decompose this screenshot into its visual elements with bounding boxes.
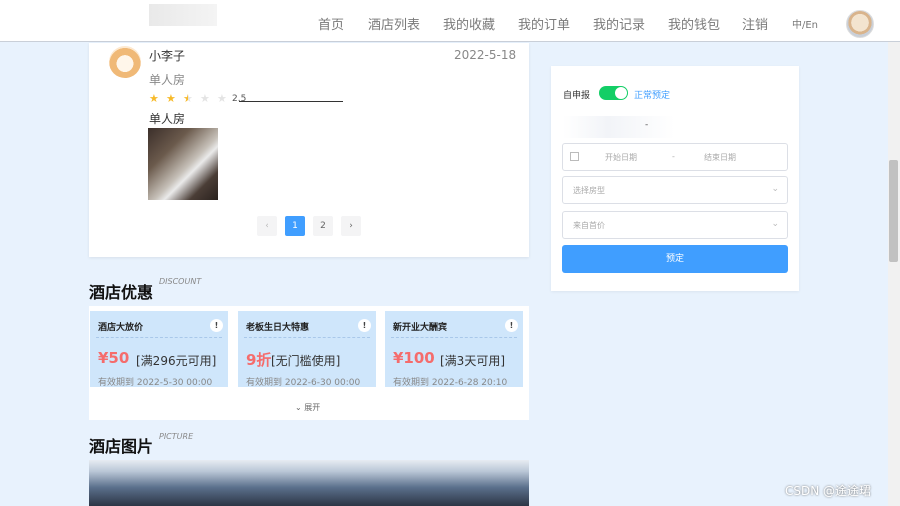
watermark: CSDN @途途珺: [785, 484, 872, 498]
switch-knob: [615, 87, 627, 99]
pager-page-1[interactable]: 1: [285, 216, 305, 236]
hotel-picture[interactable]: [89, 460, 529, 506]
pager-prev-button[interactable]: ‹: [257, 216, 277, 236]
coupon-amount: ¥100: [393, 349, 435, 367]
coupon-condition: [无门槛使用]: [271, 354, 341, 368]
scrollbar-track[interactable]: [888, 42, 900, 506]
reviewer-name: 小李子: [149, 49, 186, 63]
nav-orders[interactable]: 我的订单: [518, 14, 570, 33]
star-icon: ★: [183, 92, 193, 105]
price-placeholder: 来自首价: [573, 221, 605, 230]
star-icon: ★: [217, 92, 227, 105]
top-navbar: 首页 酒店列表 我的收藏 我的订单 我的记录 我的钱包 注销 中/En: [0, 0, 900, 42]
coupon-condition: [满3天可用]: [440, 354, 505, 368]
coupon-card[interactable]: 老板生日大特惠 ! 9折 [无门槛使用] 有效期到 2022-6-30 00:0…: [238, 311, 376, 388]
reviewer-avatar: [109, 46, 141, 78]
review-date: 2022-5-18: [454, 48, 517, 62]
coupon-condition: [满296元可用]: [136, 354, 217, 368]
star-icon: ★: [200, 92, 210, 105]
nav-records[interactable]: 我的记录: [593, 14, 645, 33]
booking-panel: 自申报 正常预定 - 开始日期 - 结束日期 选择房型 ⌄ 来自首价 ⌄ 预定: [551, 66, 799, 291]
room-type-select[interactable]: 选择房型 ⌄: [562, 176, 788, 204]
nav-logout[interactable]: 注销: [742, 14, 768, 33]
book-button[interactable]: 预定: [562, 245, 788, 273]
coupon-name: 酒店大放价: [98, 323, 144, 333]
price-select[interactable]: 来自首价 ⌄: [562, 211, 788, 239]
coupon-card[interactable]: 新开业大酬宾 ! ¥100 [满3天可用] 有效期到 2022-6-28 20:…: [385, 311, 523, 388]
coupon-expiry: 有效期到 2022-6-28 20:10: [393, 378, 508, 388]
nav-wallet[interactable]: 我的钱包: [668, 14, 720, 33]
pager-page-2[interactable]: 2: [313, 216, 333, 236]
coupon-amount: ¥50: [98, 349, 130, 367]
coupon-expiry: 有效期到 2022-6-30 00:00: [246, 378, 361, 388]
scrollbar-thumb[interactable]: [889, 160, 898, 262]
review-card: 小李子 2022-5-18 单人房 ★ ★ ★ ★ ★ 2.5 单人房 ‹ 1 2 ›: [89, 43, 529, 257]
rating-underline: [239, 101, 343, 102]
coupon-card[interactable]: 酒店大放价 ! ¥50 [满296元可用] 有效期到 2022-5-30 00:…: [90, 311, 228, 388]
coupon-name: 老板生日大特惠: [246, 323, 310, 333]
user-avatar[interactable]: [846, 10, 874, 38]
coupon-divider: [96, 337, 222, 338]
coupon-amount: 9折: [246, 351, 272, 369]
info-icon[interactable]: !: [358, 319, 371, 332]
review-photo[interactable]: [148, 128, 218, 200]
coupon-panel: 酒店大放价 ! ¥50 [满296元可用] 有效期到 2022-5-30 00:…: [89, 306, 529, 420]
room-type-placeholder: 选择房型: [573, 186, 605, 195]
expand-coupons-button[interactable]: ⌄ 展开: [295, 402, 320, 413]
picture-subtitle: PICTURE: [159, 432, 194, 441]
normal-booking-label: 正常预定: [634, 91, 671, 101]
discount-subtitle: DISCOUNT: [159, 277, 202, 286]
review-room-type: 单人房: [149, 73, 186, 87]
pager-next-button[interactable]: ›: [341, 216, 361, 236]
calendar-icon: [570, 152, 579, 161]
chevron-down-icon: ⌄: [771, 184, 779, 194]
language-switch[interactable]: 中/En: [792, 16, 818, 31]
review-rating-text: 2.5: [232, 94, 247, 104]
chevron-down-icon: ⌄: [771, 219, 779, 229]
self-report-switch[interactable]: [599, 86, 628, 100]
coupon-divider: [391, 337, 517, 338]
review-text: 单人房: [149, 112, 186, 126]
self-report-label: 自申报: [563, 91, 591, 101]
info-icon[interactable]: !: [505, 319, 518, 332]
site-logo[interactable]: [149, 4, 217, 26]
blurred-separator: -: [645, 120, 649, 130]
star-icon: ★: [149, 92, 159, 105]
nav-favorites[interactable]: 我的收藏: [443, 14, 495, 33]
coupon-divider: [244, 337, 370, 338]
picture-title: 酒店图片: [89, 437, 154, 456]
end-date-placeholder: 结束日期: [704, 153, 736, 162]
blurred-info: [563, 116, 675, 138]
start-date-placeholder: 开始日期: [605, 153, 637, 162]
discount-title: 酒店优惠: [89, 283, 154, 302]
coupon-name: 新开业大酬宾: [393, 323, 448, 333]
range-separator: -: [672, 152, 675, 161]
info-icon[interactable]: !: [210, 319, 223, 332]
nav-home[interactable]: 首页: [318, 14, 344, 33]
date-range-picker[interactable]: 开始日期 - 结束日期: [562, 143, 788, 171]
star-icon: ★: [166, 92, 176, 105]
coupon-expiry: 有效期到 2022-5-30 00:00: [98, 378, 213, 388]
nav-hotel-list[interactable]: 酒店列表: [368, 14, 420, 33]
